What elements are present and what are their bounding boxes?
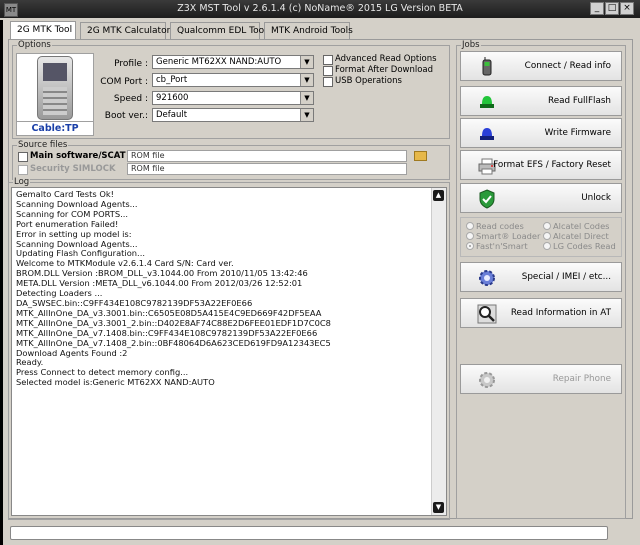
profile-select[interactable]: Generic MT62XX NAND:AUTO ▼: [152, 55, 314, 69]
shield-check-icon: [479, 189, 495, 209]
format-efs-label: Format EFS / Factory Reset: [493, 160, 611, 170]
read-info-at-label: Read Information in AT: [510, 308, 611, 318]
phone-icon: [482, 57, 492, 76]
cable-label: Cable:TP: [17, 121, 93, 135]
format-efs-button[interactable]: Format EFS / Factory Reset: [460, 150, 622, 180]
alcatel-codes-label: Alcatel Codes: [553, 221, 610, 231]
phone-image-box: Cable:TP: [16, 53, 94, 136]
special-imei-label: Special / IMEI / etc...: [521, 272, 611, 282]
scroll-up-icon[interactable]: ▲: [433, 190, 444, 201]
log-line: Download Agents Found :2: [16, 347, 128, 358]
format-after-checkbox[interactable]: [323, 66, 333, 76]
alcatel-direct-label: Alcatel Direct: [553, 231, 609, 241]
log-scrollbar[interactable]: ▲ ▼: [431, 188, 446, 515]
green-light-icon: [480, 96, 494, 108]
bootver-select[interactable]: Default ▼: [152, 108, 314, 122]
app-window: MT Z3X MST Tool v 2.6.1.4 (c) NoName® 20…: [0, 0, 640, 545]
log-output[interactable]: Gemalto Card Tests Ok! Scanning Download…: [11, 187, 447, 516]
magnifier-icon: [477, 304, 497, 324]
comport-select[interactable]: cb_Port ▼: [152, 73, 314, 87]
speed-select[interactable]: 921600 ▼: [152, 91, 314, 105]
gear-icon: [479, 372, 495, 388]
advanced-read-checkbox[interactable]: [323, 55, 333, 65]
log-lines: Gemalto Card Tests Ok! Scanning Download…: [16, 189, 430, 388]
source-files-title: Source files: [17, 140, 69, 150]
alcatel-direct-radio[interactable]: [543, 232, 551, 240]
chevron-down-icon[interactable]: ▼: [300, 109, 313, 121]
repair-phone-label: Repair Phone: [552, 374, 611, 384]
gear-icon: [479, 270, 495, 286]
write-firmware-button[interactable]: Write Firmware: [460, 118, 622, 148]
options-title: Options: [17, 40, 52, 50]
speed-label: Speed :: [113, 94, 148, 104]
title-bar: MT Z3X MST Tool v 2.6.1.4 (c) NoName® 20…: [0, 0, 640, 18]
connect-read-info-button[interactable]: Connect / Read info: [460, 51, 622, 81]
window-title: Z3X MST Tool v 2.6.1.4 (c) NoName® 2015 …: [177, 3, 463, 14]
alcatel-codes-radio[interactable]: [543, 222, 551, 230]
comport-value: cb_Port: [156, 75, 188, 85]
read-info-at-button[interactable]: Read Information in AT: [460, 298, 622, 328]
read-codes-radio[interactable]: [466, 222, 474, 230]
security-simlock-field[interactable]: ROM file: [127, 163, 407, 175]
profile-value: Generic MT62XX NAND:AUTO: [156, 57, 282, 67]
read-codes-label: Read codes: [476, 221, 524, 231]
close-button[interactable]: ×: [620, 2, 634, 15]
main-software-checkbox[interactable]: [18, 152, 28, 162]
advanced-read-label: Advanced Read Options: [335, 54, 437, 64]
tab-qualcomm-edl[interactable]: Qualcomm EDL Tool: [170, 22, 267, 39]
log-line: MTK_AllInOne_DA_v7.1408_2.bin::0BF48064D…: [16, 337, 331, 348]
tab-mtk-android[interactable]: MTK Android Tools: [264, 22, 353, 39]
speed-value: 921600: [156, 93, 189, 103]
format-after-label: Format After Download: [335, 65, 434, 75]
maximize-button[interactable]: □: [605, 2, 619, 15]
tab-2g-mtk-calculator[interactable]: 2G MTK Calculator: [80, 22, 170, 39]
smart-loader-radio[interactable]: [466, 232, 474, 240]
window-edge: [0, 20, 3, 545]
lg-codes-read-label: LG Codes Read: [553, 241, 616, 251]
log-line: Selected model is:Generic MT62XX NAND:AU…: [16, 377, 215, 388]
write-firmware-label: Write Firmware: [544, 128, 611, 138]
phone-icon: [37, 56, 73, 120]
smart-loader-label: Smart® Loader: [476, 231, 541, 241]
read-fullflash-button[interactable]: Read FullFlash: [460, 86, 622, 116]
unlock-label: Unlock: [581, 193, 611, 203]
fastn-smart-label: Fast'n'Smart: [476, 241, 528, 251]
usb-operations-checkbox[interactable]: [323, 77, 333, 87]
jobs-title: Jobs: [461, 40, 481, 50]
chevron-down-icon[interactable]: ▼: [300, 74, 313, 86]
security-simlock-label: Security SIMLOCK: [30, 164, 116, 174]
comport-label: COM Port :: [100, 77, 148, 87]
bootver-value: Default: [156, 110, 188, 120]
minimize-button[interactable]: _: [590, 2, 604, 15]
tab-2g-mtk-tool[interactable]: 2G MTK Tool: [10, 21, 76, 40]
read-fullflash-label: Read FullFlash: [548, 96, 611, 106]
main-software-label: Main software/SCAT: [30, 151, 126, 161]
main-software-field[interactable]: ROM file: [127, 150, 407, 162]
bootver-label: Boot ver.:: [104, 111, 148, 121]
profile-label: Profile :: [114, 59, 148, 69]
special-imei-button[interactable]: Special / IMEI / etc...: [460, 262, 622, 292]
usb-operations-label: USB Operations: [335, 76, 402, 86]
unlock-button[interactable]: Unlock: [460, 183, 622, 213]
chevron-down-icon[interactable]: ▼: [300, 56, 313, 68]
chevron-down-icon[interactable]: ▼: [300, 92, 313, 104]
repair-phone-button[interactable]: Repair Phone: [460, 364, 622, 394]
security-simlock-checkbox[interactable]: [18, 165, 28, 175]
status-bar: [10, 526, 608, 540]
blue-light-icon: [480, 128, 494, 140]
connect-label: Connect / Read info: [524, 61, 611, 71]
scroll-down-icon[interactable]: ▼: [433, 502, 444, 513]
fastn-smart-radio[interactable]: [466, 242, 474, 250]
log-title: Log: [13, 177, 31, 187]
folder-open-icon[interactable]: [414, 151, 427, 161]
lg-codes-read-radio[interactable]: [543, 242, 551, 250]
